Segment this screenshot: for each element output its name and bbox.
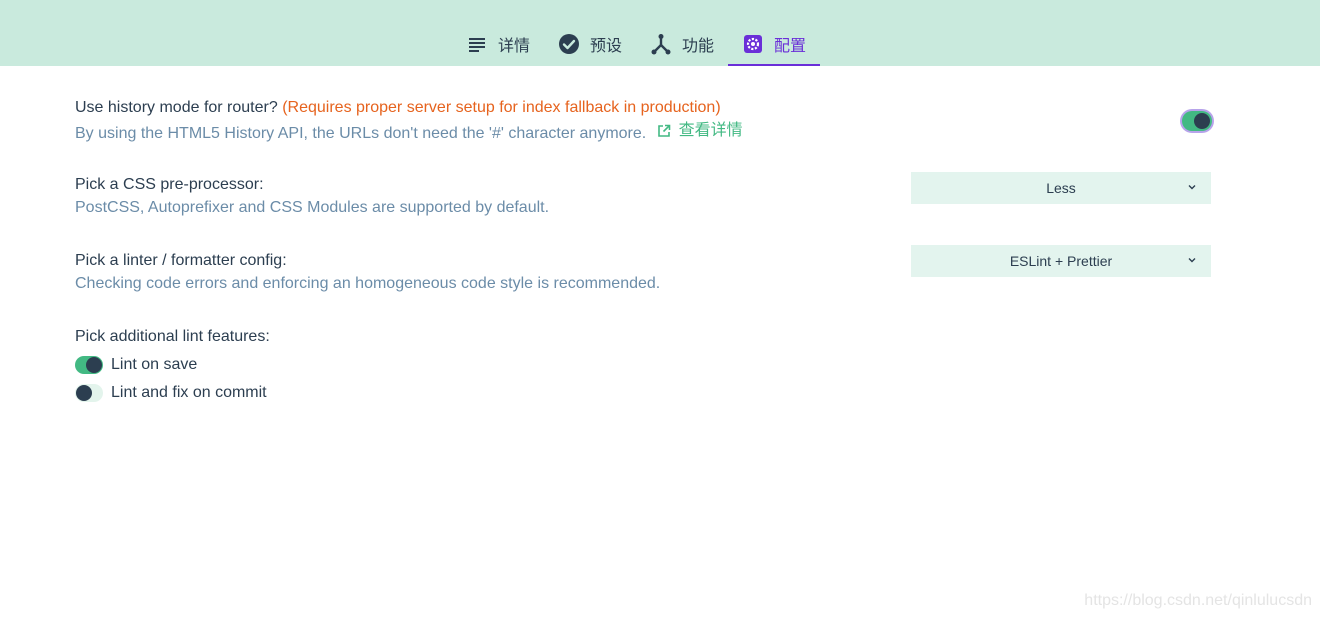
- lint-features-setting: Pick additional lint features: Lint on s…: [75, 325, 1215, 407]
- router-description: By using the HTML5 History API, the URLs…: [75, 125, 647, 142]
- lint-on-commit-toggle[interactable]: [75, 384, 103, 402]
- lint-on-commit-option[interactable]: Lint and fix on commit: [75, 379, 1215, 407]
- chevron-down-icon: [1188, 258, 1196, 263]
- fork-icon: [650, 33, 672, 55]
- css-setting: Pick a CSS pre-processor: PostCSS, Autop…: [75, 172, 1215, 229]
- toggle-knob: [76, 385, 92, 401]
- chevron-down-icon: [1188, 185, 1196, 190]
- lint-on-commit-label: Lint and fix on commit: [111, 384, 267, 401]
- lint-on-save-toggle[interactable]: [75, 356, 103, 374]
- tab-features[interactable]: 功能: [636, 22, 728, 66]
- linter-config-select[interactable]: ESLint + Prettier: [911, 245, 1211, 277]
- tab-details-label: 详情: [498, 38, 531, 55]
- lint-on-save-option[interactable]: Lint on save: [75, 351, 1215, 379]
- header-bar: 详情 预设 功能 配置: [0, 0, 1320, 66]
- css-select-value: Less: [1046, 180, 1076, 196]
- router-warning: (Requires proper server setup for index …: [282, 99, 721, 116]
- lint-on-save-label: Lint on save: [111, 356, 198, 373]
- router-history-toggle[interactable]: [1182, 111, 1212, 131]
- router-title: Use history mode for router?: [75, 99, 278, 116]
- router-description-line: By using the HTML5 History API, the URLs…: [75, 120, 1215, 145]
- toggle-knob: [86, 357, 102, 373]
- lint-features-title: Pick additional lint features:: [75, 328, 270, 345]
- external-link-icon: [657, 124, 670, 137]
- css-preprocessor-select[interactable]: Less: [911, 172, 1211, 204]
- linter-setting: Pick a linter / formatter config: Checki…: [75, 245, 1215, 305]
- linter-select-value: ESLint + Prettier: [1009, 253, 1113, 269]
- tab-config[interactable]: 配置: [728, 22, 821, 66]
- tab-presets-label: 预设: [590, 38, 623, 55]
- tab-config-label: 配置: [774, 38, 807, 55]
- tab-details[interactable]: 详情: [452, 22, 544, 66]
- tab-features-label: 功能: [682, 38, 715, 55]
- list-icon: [466, 33, 488, 55]
- router-title-line: Use history mode for router? (Requires p…: [75, 96, 1215, 120]
- router-setting: Use history mode for router? (Requires p…: [75, 96, 1215, 152]
- router-more-info-link[interactable]: 查看详情: [657, 120, 743, 142]
- gear-icon: [742, 33, 764, 55]
- router-link-label: 查看详情: [678, 122, 743, 139]
- watermark-text: https://blog.csdn.net/qinlulucsdn: [1084, 592, 1312, 609]
- config-content: Use history mode for router? (Requires p…: [75, 96, 1215, 407]
- tab-bar: 详情 预设 功能 配置: [452, 22, 821, 66]
- tab-presets[interactable]: 预设: [544, 22, 636, 66]
- check-circle-icon: [558, 33, 580, 55]
- toggle-knob: [1194, 113, 1210, 129]
